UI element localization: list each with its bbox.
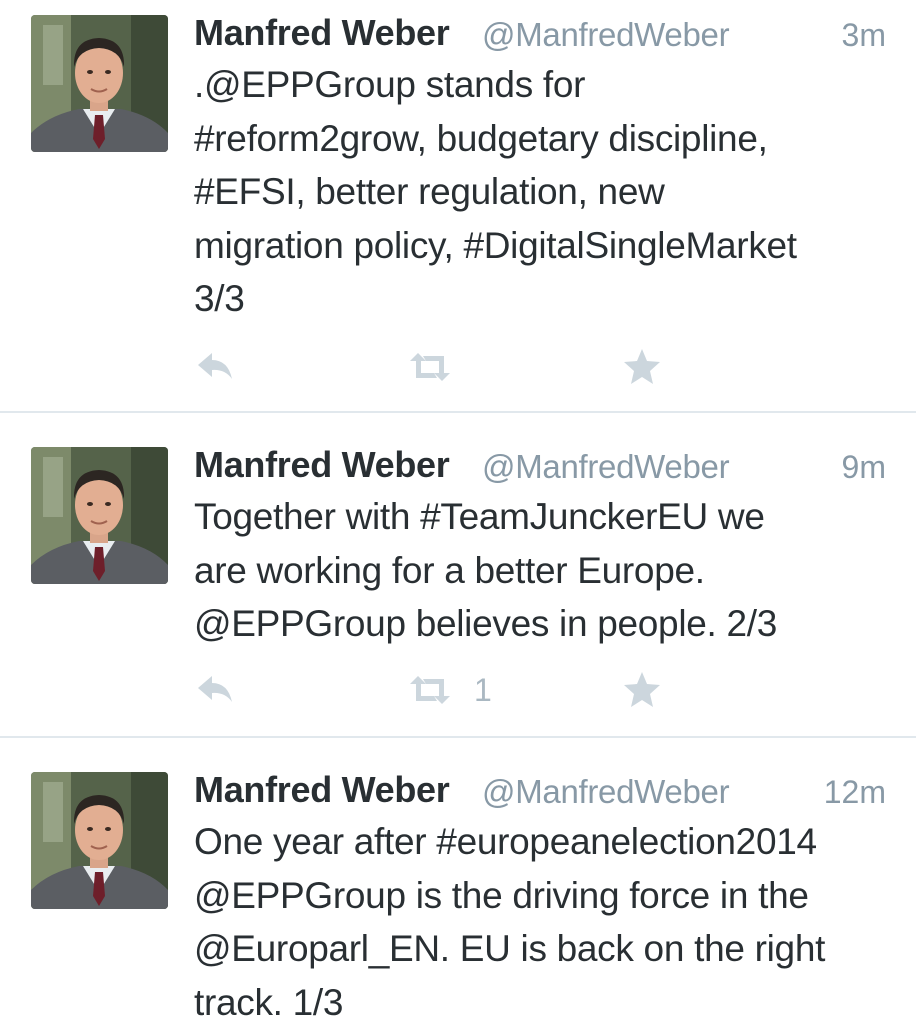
star-icon xyxy=(622,345,662,389)
tweet-header: Manfred Weber @ManfredWeber 12m xyxy=(194,769,886,811)
retweet-icon xyxy=(404,345,456,389)
tweet-text-line: migration policy, #DigitalSingleMarket xyxy=(194,219,894,273)
tweet-text-line: #EFSI, better regulation, new xyxy=(194,165,894,219)
tweet-text-line: One year after #europeanelection2014 xyxy=(194,815,894,869)
avatar[interactable] xyxy=(31,447,168,584)
tweet-text: One year after #europeanelection2014 @EP… xyxy=(194,815,894,1029)
tweet-text-line: track. 1/3 xyxy=(194,976,894,1029)
tweet-text-line: @EPPGroup is the driving force in the xyxy=(194,869,894,923)
tweet[interactable]: Manfred Weber @ManfredWeber 3m .@EPPGrou… xyxy=(0,0,916,412)
reply-icon xyxy=(194,668,236,712)
tweet-actions xyxy=(194,345,694,389)
favorite-button[interactable] xyxy=(622,668,662,712)
tweet-text-line: @EPPGroup believes in people. 2/3 xyxy=(194,597,894,651)
retweet-icon xyxy=(404,668,456,712)
tweet[interactable]: Manfred Weber @ManfredWeber 9m Together … xyxy=(0,413,916,737)
author-name[interactable]: Manfred Weber xyxy=(194,12,449,54)
tweet-text: .@EPPGroup stands for #reform2grow, budg… xyxy=(194,58,894,326)
tweet-text-line: 3/3 xyxy=(194,272,894,326)
tweet-text: Together with #TeamJunckerEU we are work… xyxy=(194,490,894,651)
tweet-text-line: are working for a better Europe. xyxy=(194,544,894,598)
reply-button[interactable] xyxy=(194,345,236,389)
tweet[interactable]: Manfred Weber @ManfredWeber 12m One year… xyxy=(0,738,916,1024)
author-name[interactable]: Manfred Weber xyxy=(194,769,449,811)
tweet-header: Manfred Weber @ManfredWeber 9m xyxy=(194,444,886,486)
author-handle[interactable]: @ManfredWeber xyxy=(482,771,729,813)
timestamp[interactable]: 12m xyxy=(824,771,886,813)
profile-photo-icon xyxy=(31,15,168,152)
star-icon xyxy=(622,668,662,712)
tweet-text-line: #reform2grow, budgetary discipline, xyxy=(194,112,894,166)
profile-photo-icon xyxy=(31,447,168,584)
tweet-actions: 1 xyxy=(194,668,694,712)
avatar[interactable] xyxy=(31,15,168,152)
tweet-text-line: @Europarl_EN. EU is back on the right xyxy=(194,922,894,976)
tweet-text-line: Together with #TeamJunckerEU we xyxy=(194,490,894,544)
reply-button[interactable] xyxy=(194,668,236,712)
retweet-count: 1 xyxy=(474,668,492,712)
retweet-button[interactable] xyxy=(404,668,456,712)
favorite-button[interactable] xyxy=(622,345,662,389)
timestamp[interactable]: 9m xyxy=(842,446,886,488)
author-name[interactable]: Manfred Weber xyxy=(194,444,449,486)
profile-photo-icon xyxy=(31,772,168,909)
author-handle[interactable]: @ManfredWeber xyxy=(482,14,729,56)
author-handle[interactable]: @ManfredWeber xyxy=(482,446,729,488)
tweet-text-line: .@EPPGroup stands for xyxy=(194,58,894,112)
timestamp[interactable]: 3m xyxy=(842,14,886,56)
tweet-header: Manfred Weber @ManfredWeber 3m xyxy=(194,12,886,54)
reply-icon xyxy=(194,345,236,389)
retweet-button[interactable] xyxy=(404,345,456,389)
avatar[interactable] xyxy=(31,772,168,909)
tweet-timeline: Manfred Weber @ManfredWeber 3m .@EPPGrou… xyxy=(0,0,916,1024)
